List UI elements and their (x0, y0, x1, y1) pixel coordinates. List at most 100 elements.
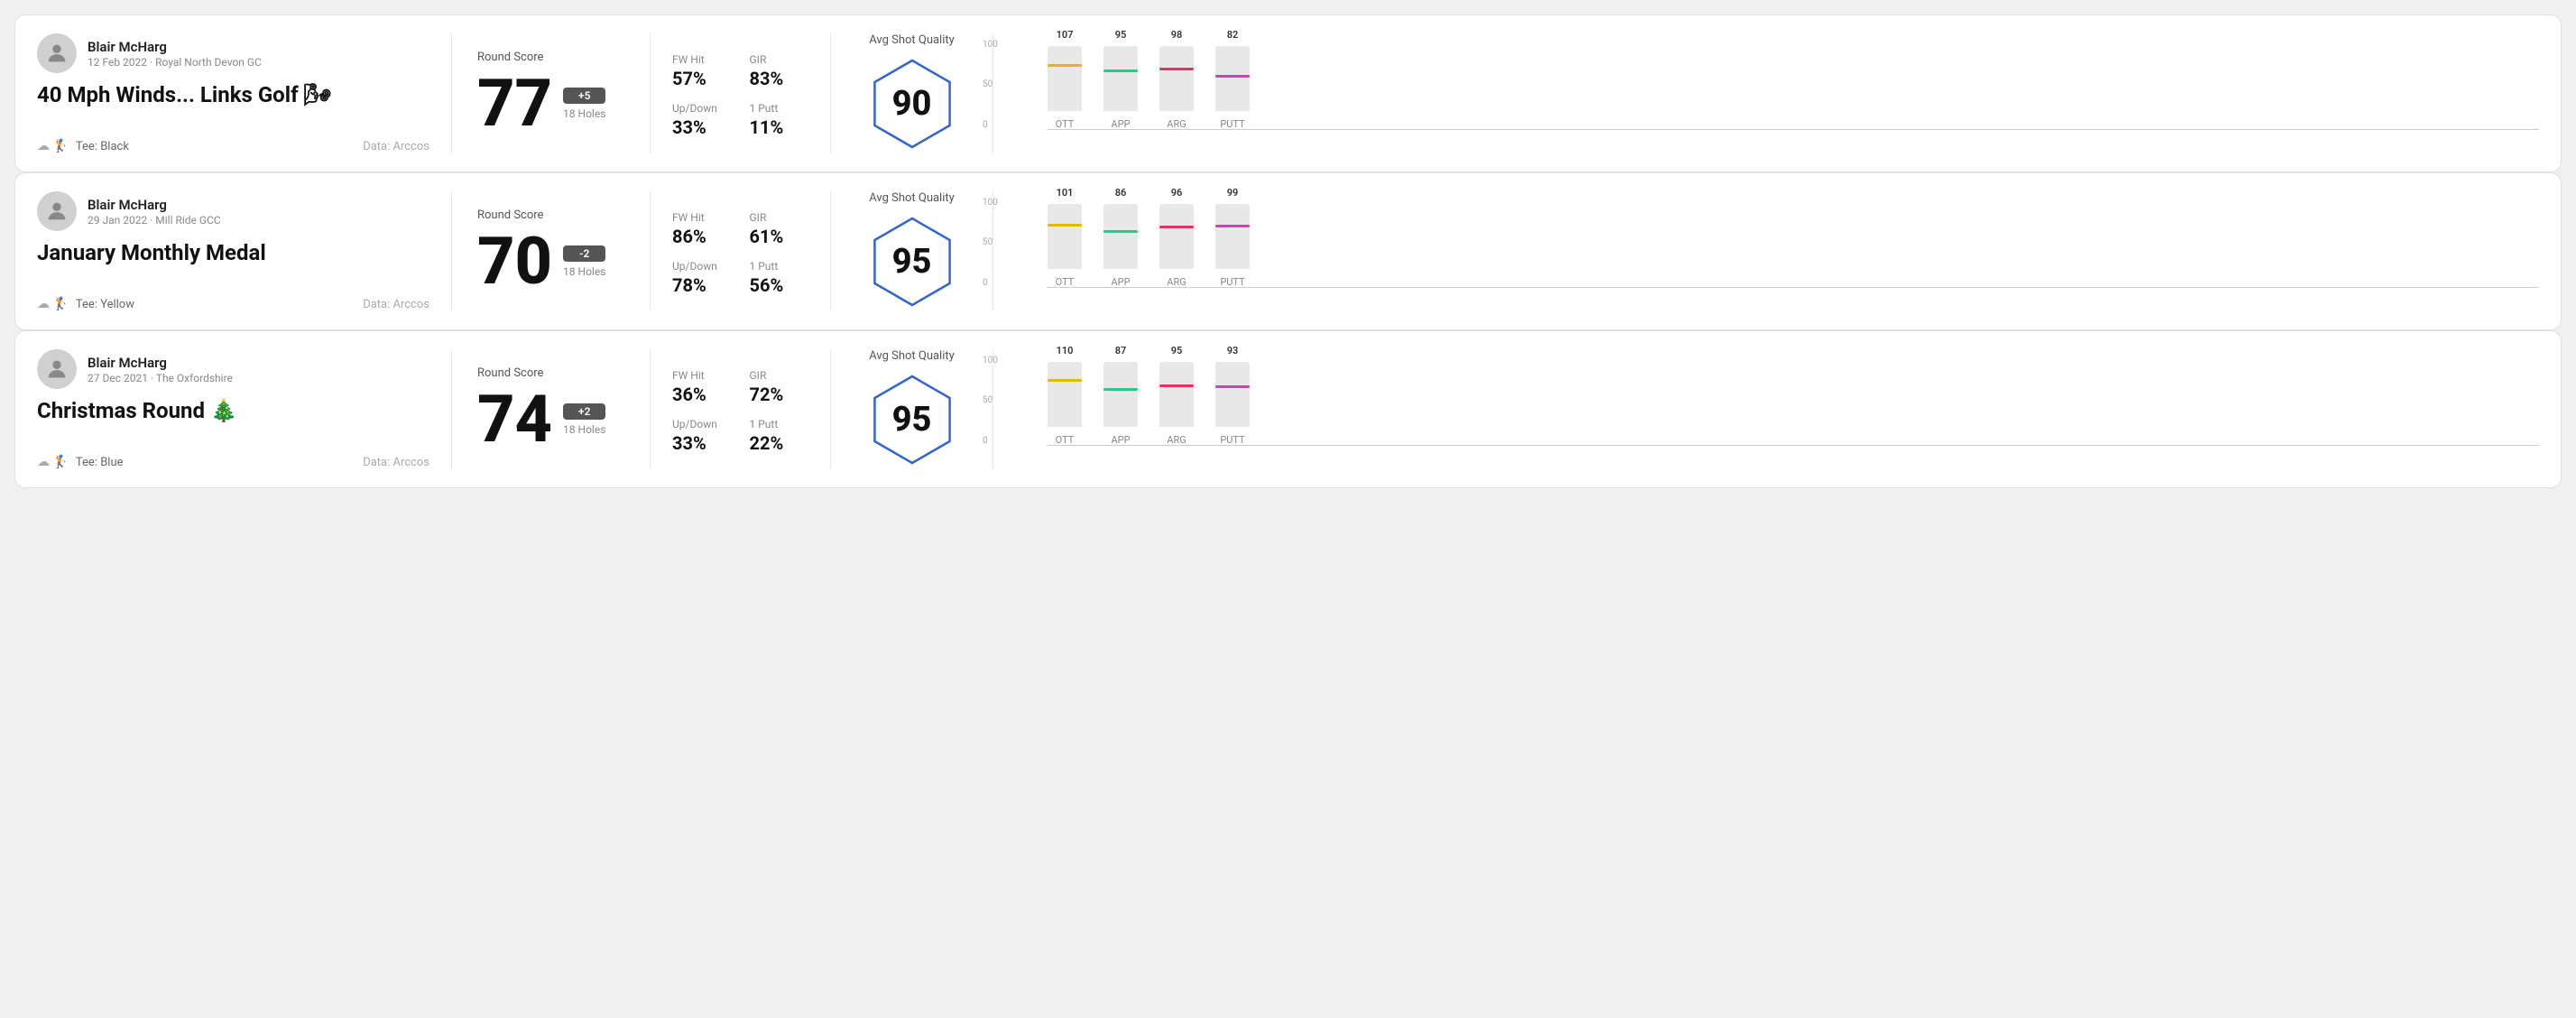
data-source: Data: Arccos (363, 456, 429, 469)
bar-fill (1159, 228, 1194, 269)
y-label-100: 100 (983, 198, 998, 208)
tee-info: ☁ 🏌 Tee: Blue (37, 455, 124, 469)
bar-line (1159, 68, 1194, 70)
user-name: Blair McHarg (88, 355, 233, 371)
tee-label: Tee: Blue (76, 456, 124, 469)
stat-oneputt-value: 11% (750, 116, 809, 138)
bar-label: ARG (1167, 118, 1186, 130)
user-row: Blair McHarg 29 Jan 2022 · Mill Ride GCC (37, 191, 429, 231)
round-title: Christmas Round 🎄 (37, 398, 429, 424)
bar-line (1103, 230, 1138, 233)
stats-grid: FW Hit 86% GIR 61% Up/Down 78% 1 Putt 56… (672, 211, 808, 296)
weather-icon: ☁ 🏌 (37, 139, 69, 153)
bar-wrapper (1215, 362, 1250, 427)
stat-fw-hit-value: 57% (672, 68, 732, 89)
tee-info: ☁ 🏌 Tee: Black (37, 139, 129, 153)
bar-line (1103, 388, 1138, 391)
bar-label: APP (1111, 276, 1130, 288)
quality-score: 95 (892, 242, 932, 282)
stat-fw-hit-label: FW Hit (672, 369, 732, 382)
bar-label: APP (1111, 118, 1130, 130)
stat-oneputt: 1 Putt 56% (750, 260, 809, 296)
avatar (37, 349, 77, 389)
bar-fill (1159, 70, 1194, 111)
bar-bg (1159, 204, 1194, 269)
quality-label: Avg Shot Quality (869, 191, 955, 205)
bar-bg (1103, 362, 1138, 427)
round-score-label: Round Score (477, 366, 624, 380)
bar-line (1048, 224, 1082, 227)
stat-updown-value: 78% (672, 274, 732, 296)
stat-oneputt-label: 1 Putt (750, 260, 809, 273)
user-name: Blair McHarg (88, 197, 221, 213)
y-label-0: 0 (983, 278, 998, 288)
chart-column: 96 ARG (1159, 187, 1194, 288)
bar-value: 98 (1171, 29, 1183, 41)
stats-grid: FW Hit 57% GIR 83% Up/Down 33% 1 Putt 11… (672, 53, 808, 138)
bar-bg (1215, 362, 1250, 427)
bar-wrapper (1048, 204, 1082, 269)
quality-section: Avg Shot Quality 95 (831, 349, 993, 469)
bar-fill (1048, 227, 1082, 269)
stat-fw-hit-value: 86% (672, 226, 732, 247)
y-axis-labels: 100 50 0 (983, 40, 998, 148)
left-section: Blair McHarg 27 Dec 2021 · The Oxfordshi… (37, 349, 452, 469)
round-score-label: Round Score (477, 51, 624, 64)
holes-label: 18 Holes (563, 265, 605, 278)
stats-section: FW Hit 36% GIR 72% Up/Down 33% 1 Putt 22… (651, 349, 831, 469)
bar-label: PUTT (1220, 276, 1244, 288)
bar-line (1159, 384, 1194, 387)
bar-chart: 101 OTT 86 APP 96 (1048, 198, 2539, 306)
stat-oneputt-label: 1 Putt (750, 102, 809, 115)
chart-column: 93 PUTT (1215, 345, 1250, 446)
bar-bg (1159, 46, 1194, 111)
stat-updown-value: 33% (672, 116, 732, 138)
score-number: 74 (477, 387, 552, 452)
mid-section: Round Score 74 +2 18 Holes (452, 349, 651, 469)
left-section: Blair McHarg 29 Jan 2022 · Mill Ride GCC… (37, 191, 452, 311)
quality-section: Avg Shot Quality 90 (831, 33, 993, 153)
chart-column: 95 APP (1103, 29, 1138, 130)
mid-section: Round Score 77 +5 18 Holes (452, 33, 651, 153)
bottom-row: ☁ 🏌 Tee: Yellow Data: Arccos (37, 297, 429, 311)
bar-value: 107 (1057, 29, 1074, 41)
quality-score: 90 (892, 84, 932, 124)
bar-value: 101 (1057, 187, 1074, 199)
bar-wrapper (1048, 46, 1082, 111)
bar-label: ARG (1167, 434, 1186, 446)
stat-oneputt-value: 22% (750, 432, 809, 454)
stats-grid: FW Hit 36% GIR 72% Up/Down 33% 1 Putt 22… (672, 369, 808, 454)
bar-value: 96 (1171, 187, 1183, 199)
bar-label: APP (1111, 434, 1130, 446)
bar-fill (1215, 78, 1250, 111)
user-date: 29 Jan 2022 · Mill Ride GCC (88, 214, 221, 227)
user-row: Blair McHarg 12 Feb 2022 · Royal North D… (37, 33, 429, 73)
bar-fill (1103, 72, 1138, 111)
round-card: Blair McHarg 29 Jan 2022 · Mill Ride GCC… (14, 172, 2562, 330)
score-details: +2 18 Holes (563, 403, 605, 436)
stat-fw-hit: FW Hit 36% (672, 369, 732, 405)
bar-bg (1048, 46, 1082, 111)
chart-column: 98 ARG (1159, 29, 1194, 130)
round-card: Blair McHarg 12 Feb 2022 · Royal North D… (14, 14, 2562, 172)
user-icon (44, 41, 69, 66)
stat-updown: Up/Down 78% (672, 260, 732, 296)
user-info: Blair McHarg 12 Feb 2022 · Royal North D… (88, 39, 262, 69)
bar-value: 82 (1227, 29, 1239, 41)
y-label-100: 100 (983, 40, 998, 50)
stats-section: FW Hit 86% GIR 61% Up/Down 78% 1 Putt 56… (651, 191, 831, 311)
avatar (37, 191, 77, 231)
score-number: 70 (477, 229, 552, 294)
bar-label: PUTT (1220, 434, 1244, 446)
user-name: Blair McHarg (88, 39, 262, 55)
bar-line (1215, 75, 1250, 78)
stat-fw-hit: FW Hit 86% (672, 211, 732, 247)
quality-label: Avg Shot Quality (869, 33, 955, 47)
data-source: Data: Arccos (363, 140, 429, 153)
left-section: Blair McHarg 12 Feb 2022 · Royal North D… (37, 33, 452, 153)
score-badge: +2 (563, 403, 605, 420)
avatar (37, 33, 77, 73)
bar-bg (1103, 46, 1138, 111)
y-label-50: 50 (983, 79, 998, 89)
chart-column: 86 APP (1103, 187, 1138, 288)
